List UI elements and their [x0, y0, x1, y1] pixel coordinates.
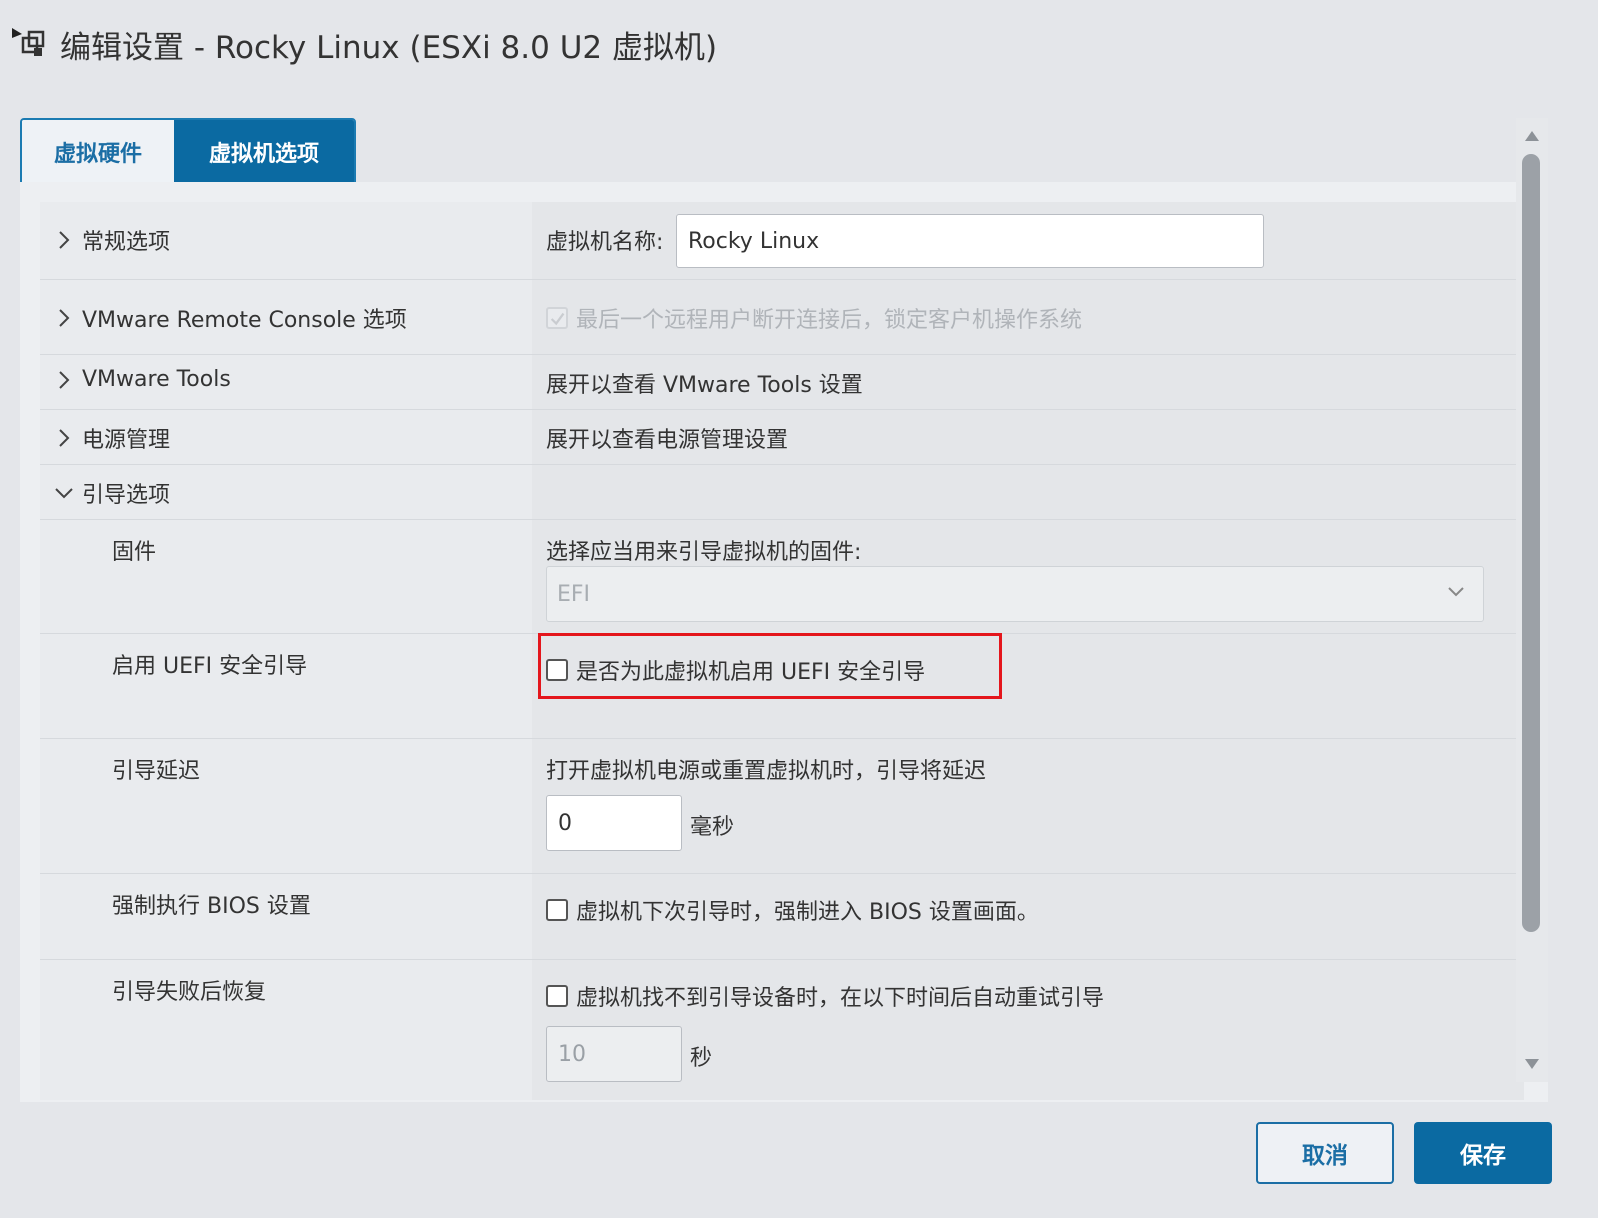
chevron-right-icon [54, 370, 74, 390]
vmware-tools-header[interactable]: VMware Tools [40, 355, 532, 409]
row-firmware: 固件 选择应当用来引导虚拟机的固件: EFI [40, 520, 1524, 634]
cancel-button[interactable]: 取消 [1256, 1122, 1394, 1184]
chevron-right-icon [54, 230, 74, 250]
row-vmrc-options: VMware Remote Console 选项 最后一个远程用户断开连接后，锁… [40, 280, 1524, 355]
row-secure-boot: 启用 UEFI 安全引导 是否为此虚拟机启用 UEFI 安全引导 [40, 633, 1524, 739]
row-boot-options: 引导选项 [40, 465, 1524, 520]
row-general-options: 常规选项 虚拟机名称: Rocky Linux [40, 202, 1524, 280]
scroll-down-icon[interactable] [1524, 1056, 1540, 1072]
edit-settings-dialog: 编辑设置 - Rocky Linux (ESXi 8.0 U2 虚拟机) 虚拟硬… [0, 0, 1598, 1218]
vm-edit-icon [10, 24, 50, 64]
force-bios-text: 虚拟机下次引导时，强制进入 BIOS 设置画面。 [576, 900, 1039, 925]
general-options-header[interactable]: 常规选项 [40, 202, 532, 279]
vmrc-options-header[interactable]: VMware Remote Console 选项 [40, 280, 532, 354]
vm-options-panel: 常规选项 虚拟机名称: Rocky Linux VMware Remote Co… [20, 182, 1548, 1102]
chevron-down-icon [54, 483, 74, 503]
secure-boot-highlight-box [538, 633, 1002, 699]
boot-recovery-checkbox[interactable] [546, 985, 568, 1007]
firmware-label: 固件 [112, 540, 157, 565]
row-boot-delay: 引导延迟 打开虚拟机电源或重置虚拟机时，引导将延迟 0 毫秒 [40, 739, 1524, 874]
tab-virtual-hardware[interactable]: 虚拟硬件 [22, 120, 174, 184]
row-boot-recovery: 引导失败后恢复 虚拟机找不到引导设备时，在以下时间后自动重试引导 10 秒 [40, 960, 1524, 1100]
tab-strip: 虚拟硬件 虚拟机选项 [20, 118, 356, 186]
dialog-title: 编辑设置 - Rocky Linux (ESXi 8.0 U2 虚拟机) [60, 29, 718, 66]
boot-delay-label: 引导延迟 [112, 759, 201, 784]
row-force-bios: 强制执行 BIOS 设置 虚拟机下次引导时，强制进入 BIOS 设置画面。 [40, 874, 1524, 960]
vm-name-input[interactable]: Rocky Linux [676, 214, 1264, 268]
firmware-select[interactable]: EFI [546, 566, 1484, 622]
boot-recovery-label: 引导失败后恢复 [112, 980, 267, 1005]
vertical-scrollbar[interactable] [1516, 118, 1548, 1082]
vmware-tools-summary: 展开以查看 VMware Tools 设置 [546, 373, 863, 398]
power-management-label: 电源管理 [82, 428, 171, 453]
boot-recovery-unit: 秒 [690, 1046, 713, 1071]
firmware-select-value: EFI [557, 581, 591, 607]
boot-delay-unit: 毫秒 [690, 815, 735, 840]
boot-recovery-input[interactable]: 10 [546, 1026, 682, 1082]
scroll-up-icon[interactable] [1524, 128, 1540, 144]
row-power-management: 电源管理 展开以查看电源管理设置 [40, 410, 1524, 465]
vm-name-label: 虚拟机名称: [546, 230, 664, 255]
force-bios-label: 强制执行 BIOS 设置 [112, 894, 311, 919]
scroll-thumb[interactable] [1522, 154, 1540, 932]
options-grid: 常规选项 虚拟机名称: Rocky Linux VMware Remote Co… [40, 202, 1524, 1100]
firmware-prompt: 选择应当用来引导虚拟机的固件: [546, 540, 862, 565]
force-bios-checkbox[interactable] [546, 899, 568, 921]
title-bar: 编辑设置 - Rocky Linux (ESXi 8.0 U2 虚拟机) [10, 18, 717, 70]
general-options-label: 常规选项 [82, 230, 171, 255]
chevron-down-icon [1447, 581, 1465, 599]
secure-boot-label: 启用 UEFI 安全引导 [112, 654, 308, 679]
boot-options-header[interactable]: 引导选项 [40, 465, 532, 519]
dialog-footer: 取消 保存 [0, 1102, 1598, 1218]
row-vmware-tools: VMware Tools 展开以查看 VMware Tools 设置 [40, 355, 1524, 410]
save-button[interactable]: 保存 [1414, 1122, 1552, 1184]
boot-options-label: 引导选项 [82, 483, 171, 508]
tab-vm-options[interactable]: 虚拟机选项 [174, 120, 354, 184]
chevron-right-icon [54, 428, 74, 448]
power-management-summary: 展开以查看电源管理设置 [546, 428, 789, 453]
chevron-right-icon [54, 308, 74, 328]
vmware-tools-label: VMware Tools [82, 367, 231, 392]
lock-guest-text: 最后一个远程用户断开连接后，锁定客户机操作系统 [576, 308, 1083, 333]
boot-recovery-text: 虚拟机找不到引导设备时，在以下时间后自动重试引导 [576, 986, 1105, 1011]
lock-guest-checkbox[interactable] [546, 307, 568, 329]
boot-delay-input[interactable]: 0 [546, 795, 682, 851]
vmrc-options-label: VMware Remote Console 选项 [82, 308, 407, 333]
power-management-header[interactable]: 电源管理 [40, 410, 532, 464]
boot-delay-prompt: 打开虚拟机电源或重置虚拟机时，引导将延迟 [546, 759, 987, 784]
